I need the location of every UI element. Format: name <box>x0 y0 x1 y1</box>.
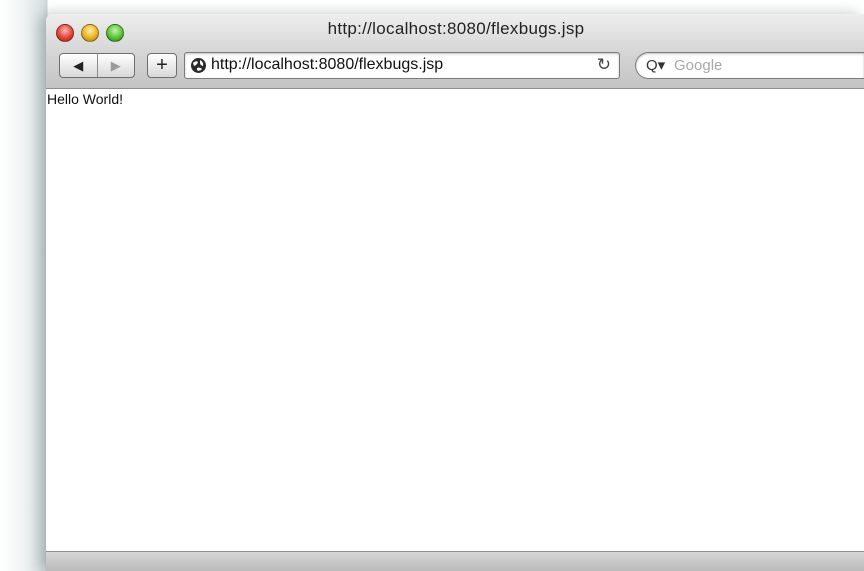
plus-icon: + <box>156 54 168 76</box>
window-title: http://localhost:8080/flexbugs.jsp <box>327 19 585 38</box>
nav-buttons: ◀ ▶ <box>59 53 135 78</box>
zoom-button[interactable] <box>106 24 124 42</box>
window-controls <box>56 24 124 42</box>
back-icon: ◀ <box>73 57 84 73</box>
page-content: Hello World! <box>46 89 864 551</box>
reload-icon[interactable]: ↻ <box>597 55 611 75</box>
search-icon[interactable]: Q▾ <box>646 56 665 74</box>
globe-icon <box>191 58 206 73</box>
title-bar: http://localhost:8080/flexbugs.jsp ◀ ▶ +… <box>46 14 864 89</box>
search-field[interactable]: Q▾ Google <box>635 52 864 79</box>
browser-window: http://localhost:8080/flexbugs.jsp ◀ ▶ +… <box>46 14 864 571</box>
address-bar[interactable]: http://localhost:8080/flexbugs.jsp ↻ <box>184 52 620 79</box>
forward-button[interactable]: ▶ <box>96 54 135 77</box>
minimize-button[interactable] <box>81 24 99 42</box>
page-text: Hello World! <box>47 91 123 107</box>
forward-icon: ▶ <box>110 57 121 73</box>
url-text: http://localhost:8080/flexbugs.jsp <box>211 56 444 73</box>
back-button[interactable]: ◀ <box>60 54 97 77</box>
close-button[interactable] <box>56 24 74 42</box>
search-placeholder: Google <box>674 57 723 74</box>
add-bookmark-button[interactable]: + <box>147 53 177 78</box>
status-bar <box>46 551 864 571</box>
